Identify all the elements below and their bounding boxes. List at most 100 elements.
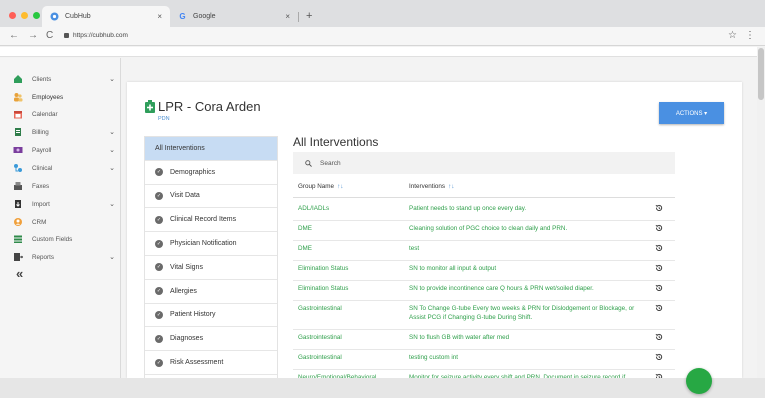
check-circle-icon: ✓	[155, 191, 163, 200]
table-row[interactable]: ADL/IADLs Patient needs to stand up once …	[293, 201, 675, 221]
header-divider	[293, 197, 675, 198]
sidebar-item-crm[interactable]: CRM	[13, 215, 115, 229]
check-circle-icon: ✓	[155, 310, 163, 319]
nav-item-clinical-record-items[interactable]: ✓ Clinical Record Items	[145, 208, 277, 233]
history-icon[interactable]	[655, 304, 663, 312]
chevron-down-icon: ⌄	[109, 129, 115, 136]
column-header-group-name[interactable]: Group Name ↑↓	[298, 183, 343, 190]
calendar-icon	[13, 109, 23, 119]
page-subtitle[interactable]: PDN	[158, 116, 170, 122]
sidebar-item-label: Billing	[32, 128, 49, 136]
home-icon	[13, 74, 23, 84]
import-icon	[13, 199, 23, 209]
tab-title: CubHub	[65, 13, 91, 20]
interventions-nav: All Interventions ✓ Demographics ✓ Visit…	[144, 136, 278, 378]
maximize-window-button[interactable]	[33, 12, 40, 19]
sidebar-item-reports[interactable]: Reports ⌄	[13, 250, 115, 264]
tab-close-icon[interactable]: ×	[285, 12, 290, 21]
sidebar-item-billing[interactable]: Billing ⌄	[13, 125, 115, 139]
sidebar-item-calendar[interactable]: Calendar	[13, 107, 115, 121]
nav-item-risk-assessment[interactable]: ✓ Risk Assessment	[145, 351, 277, 375]
collapse-sidebar-icon[interactable]: «	[16, 266, 23, 281]
sidebar-item-faxes[interactable]: Faxes	[13, 179, 115, 193]
intervention-cell: testing custom int	[409, 354, 458, 361]
intervention-cell: SN to provide incontinence care Q hours …	[409, 285, 594, 292]
history-icon[interactable]	[655, 204, 663, 212]
sort-icon[interactable]: ↑↓	[448, 183, 454, 190]
nav-item-all-interventions[interactable]: All Interventions	[145, 137, 277, 161]
minimize-window-button[interactable]	[21, 12, 28, 19]
back-icon[interactable]: ←	[9, 30, 19, 41]
column-header-label: Group Name	[298, 183, 335, 190]
group-name-cell: Elimination Status	[298, 285, 349, 292]
sidebar-item-clients[interactable]: Clients ⌄	[13, 72, 115, 86]
nav-item-visit-data[interactable]: ✓ Visit Data	[145, 185, 277, 209]
browser-tab-cubhub[interactable]: CubHub ×	[42, 6, 170, 27]
table-row[interactable]: Elimination Status SN to provide incontin…	[293, 281, 675, 301]
check-circle-icon: ✓	[155, 168, 163, 177]
table-row[interactable]: Elimination Status SN to monitor all inpu…	[293, 261, 675, 281]
browser-tab-google[interactable]: G Google ×	[170, 6, 298, 27]
sidebar-item-employees[interactable]: Employees	[13, 90, 115, 104]
nav-item-diagnoses[interactable]: ✓ Diagnoses	[145, 327, 277, 352]
table-row[interactable]: DME test	[293, 241, 675, 261]
group-name-cell: Gastrointestinal	[298, 334, 342, 341]
forward-icon[interactable]: →	[28, 30, 38, 41]
history-icon[interactable]	[655, 353, 663, 361]
reload-icon[interactable]: C	[46, 30, 53, 41]
crm-icon	[13, 217, 23, 227]
chevron-down-icon: ⌄	[109, 165, 115, 172]
section-title: All Interventions	[293, 135, 379, 149]
clinical-icon	[13, 163, 23, 173]
nav-item-label: Allergies	[170, 287, 197, 295]
scrollbar-thumb[interactable]	[758, 48, 764, 100]
main-card: LPR - Cora Arden PDN ACTIONS ▾ All Inter…	[127, 82, 742, 378]
column-header-label: Interventions	[409, 183, 446, 190]
bookmark-star-icon[interactable]: ☆	[728, 30, 737, 41]
cubhub-favicon-icon	[50, 12, 59, 21]
table-row[interactable]: Gastrointestinal SN to flush GB with wate…	[293, 330, 675, 350]
url-field[interactable]: https://cubhub.com	[64, 32, 128, 39]
history-icon[interactable]	[655, 333, 663, 341]
new-tab-button[interactable]: +	[306, 10, 312, 22]
group-name-cell: Gastrointestinal	[298, 354, 342, 361]
table-row[interactable]: Gastrointestinal testing custom int	[293, 350, 675, 370]
history-icon[interactable]	[655, 284, 663, 292]
nav-item-physician-notification[interactable]: ✓ Physician Notification	[145, 232, 277, 256]
sidebar-item-label: Reports	[32, 253, 55, 261]
sidebar-item-import[interactable]: Import ⌄	[13, 197, 115, 211]
close-window-button[interactable]	[9, 12, 16, 19]
search-placeholder: Search	[320, 159, 341, 167]
chat-fab-button[interactable]	[686, 368, 712, 394]
search-input[interactable]: Search	[293, 152, 675, 174]
sort-icon[interactable]: ↑↓	[337, 183, 343, 190]
nav-item-label: Clinical Record Items	[170, 216, 237, 224]
sidebar-item-custom-fields[interactable]: Custom Fields	[13, 232, 115, 246]
fields-icon	[13, 234, 23, 244]
history-icon[interactable]	[655, 224, 663, 232]
tab-close-icon[interactable]: ×	[157, 12, 162, 21]
nav-item-label: Patient History	[170, 311, 216, 319]
column-header-interventions[interactable]: Interventions ↑↓	[409, 183, 454, 190]
actions-button[interactable]: ACTIONS ▾	[659, 102, 724, 124]
check-circle-icon: ✓	[155, 358, 163, 367]
table-row[interactable]: Neuro/Emotional/Behavioral Monitor for se…	[293, 370, 675, 378]
sidebar-item-payroll[interactable]: Payroll ⌄	[13, 143, 115, 157]
history-icon[interactable]	[655, 244, 663, 252]
table-row[interactable]: Gastrointestinal SN To Change G-tube Ever…	[293, 301, 675, 330]
document-icon	[13, 127, 23, 137]
nav-item-vital-signs[interactable]: ✓ Vital Signs	[145, 256, 277, 280]
intervention-cell: SN to monitor all input & output	[409, 265, 497, 272]
group-name-cell: ADL/IADLs	[298, 205, 330, 212]
sidebar-item-clinical[interactable]: Clinical ⌄	[13, 161, 115, 175]
nav-item-demographics[interactable]: ✓ Demographics	[145, 161, 277, 185]
browser-menu-icon[interactable]: ⋮	[745, 30, 755, 41]
nav-item-label: Demographics	[170, 168, 216, 176]
chevron-down-icon: ⌄	[109, 254, 115, 261]
nav-item-patient-history[interactable]: ✓ Patient History	[145, 304, 277, 328]
nav-item-allergies[interactable]: ✓ Allergies	[145, 280, 277, 304]
browser-window: CubHub × G Google × + ← → C https://cubh…	[0, 0, 765, 398]
table-row[interactable]: DME Cleaning solution of PGC choice to cl…	[293, 221, 675, 241]
chevron-down-icon: ⌄	[109, 147, 115, 154]
history-icon[interactable]	[655, 264, 663, 272]
